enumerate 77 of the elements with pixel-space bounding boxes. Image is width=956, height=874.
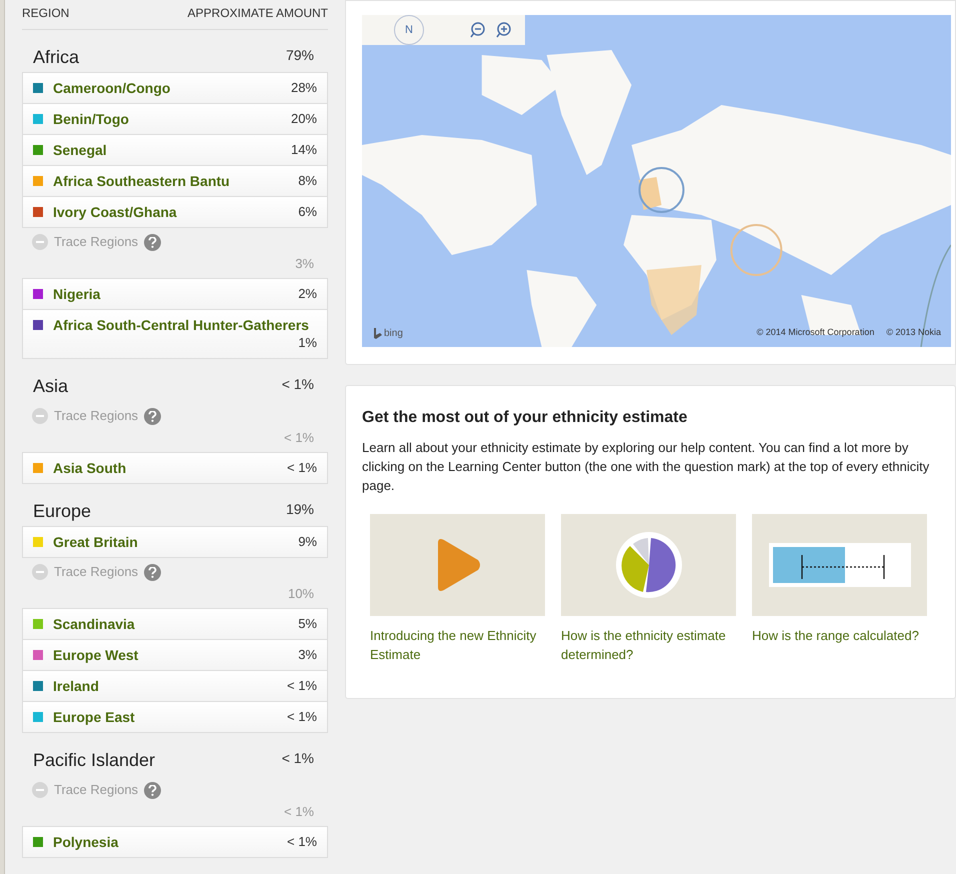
video-link[interactable]: How is the ethnicity estimate determined?	[561, 626, 736, 664]
region-amount: 14%	[290, 141, 317, 159]
region-amount: 1%	[297, 334, 317, 352]
region-amount: 3%	[297, 646, 317, 664]
video-thumbnail[interactable]	[561, 514, 736, 616]
region-name[interactable]: Benin/Togo	[53, 110, 129, 128]
region-amount: 9%	[297, 533, 317, 551]
range-bar-icon	[768, 543, 910, 587]
zoom-out-icon[interactable]	[470, 22, 486, 38]
region-row[interactable]: Africa South-Central Hunter-Gatherers 1%	[22, 309, 328, 359]
region-amount: < 1%	[286, 833, 317, 851]
help-text: Learn all about your ethnicity estimate by exploring our help content. You can find a lot more by clicking on the Learning Center button (the one with the question mark) at the top of every ethnicity page.	[362, 439, 930, 495]
trace-amount: < 1%	[284, 804, 314, 819]
trace-amount: 3%	[295, 256, 314, 271]
region-amount: 5%	[297, 615, 317, 633]
region-row[interactable]: Polynesia < 1%	[22, 826, 328, 858]
region-amount: 20%	[290, 110, 317, 128]
region-row[interactable]: Asia South < 1%	[22, 452, 328, 484]
region-name[interactable]: Senegal	[53, 141, 107, 159]
region-name[interactable]: Africa Southeastern Bantu	[53, 172, 230, 190]
region-name[interactable]: Asia South	[53, 459, 126, 477]
pie-chart-icon	[616, 532, 682, 598]
region-row[interactable]: Europe West 3%	[22, 639, 328, 671]
region-row[interactable]: Ireland < 1%	[22, 670, 328, 702]
group-amount: 79%	[286, 46, 314, 65]
region-name[interactable]: Scandinavia	[53, 615, 135, 633]
region-amount: 2%	[297, 285, 317, 303]
region-name[interactable]: Europe West	[53, 646, 138, 664]
map-logo: bing	[384, 327, 403, 341]
region-amount: < 1%	[286, 459, 317, 477]
zoom-in-icon[interactable]	[496, 22, 512, 38]
region-name[interactable]: Polynesia	[53, 833, 118, 851]
region-name[interactable]: Cameroon/Congo	[53, 79, 170, 97]
region-amount: 8%	[297, 172, 317, 190]
region-amount: 28%	[290, 79, 317, 97]
column-header: REGION	[22, 5, 70, 22]
region-row[interactable]: Great Britain 9%	[22, 526, 328, 558]
help-icon[interactable]	[144, 782, 162, 798]
group-amount: < 1%	[282, 375, 314, 394]
region-row[interactable]: Ivory Coast/Ghana 6%	[22, 196, 328, 228]
region-row[interactable]: Scandinavia 5%	[22, 608, 328, 640]
region-amount: 6%	[297, 203, 317, 221]
region-name[interactable]: Nigeria	[53, 285, 100, 303]
trace-amount: 10%	[288, 586, 314, 601]
video-link[interactable]: Introducing the new Ethnicity Estimate	[370, 626, 545, 664]
region-amount: < 1%	[286, 708, 317, 726]
help-icon[interactable]	[144, 564, 162, 580]
video-thumbnail[interactable]	[752, 514, 927, 616]
region-amount: < 1%	[286, 677, 317, 695]
region-row[interactable]: Cameroon/Congo 28%	[22, 72, 328, 104]
group-name: Asia	[33, 375, 68, 398]
region-name[interactable]: Europe East	[53, 708, 135, 726]
region-row[interactable]: Africa Southeastern Bantu 8%	[22, 165, 328, 197]
region-row[interactable]: Benin/Togo 20%	[22, 103, 328, 135]
group-name: Europe	[33, 500, 92, 523]
trace-amount: < 1%	[284, 430, 314, 445]
help-icon[interactable]	[144, 408, 162, 424]
region-name[interactable]: Great Britain	[53, 533, 138, 551]
compass-control[interactable]: N	[394, 15, 424, 45]
help-icon[interactable]	[144, 234, 162, 250]
group-name: Africa	[33, 46, 80, 69]
group-amount: 19%	[286, 500, 314, 519]
video-link[interactable]: How is the range calculated?	[752, 626, 927, 645]
region-name[interactable]: Ivory Coast/Ghana	[53, 203, 177, 221]
region-row[interactable]: Senegal 14%	[22, 134, 328, 166]
group-amount: < 1%	[282, 749, 314, 768]
region-name[interactable]: Africa South-Central Hunter-Gatherers	[53, 316, 309, 334]
copyright-text: © 2014 Microsoft Corporation	[756, 326, 874, 339]
column-header: APPROXIMATE AMOUNT	[188, 5, 328, 22]
region-row[interactable]: Europe East < 1%	[22, 701, 328, 733]
help-title: Get the most out of your ethnicity estimate	[362, 408, 688, 428]
video-thumbnail[interactable]	[370, 514, 545, 616]
region-row[interactable]: Nigeria 2%	[22, 278, 328, 310]
group-name: Pacific Islander	[33, 749, 156, 772]
copyright-text: © 2013 Nokia	[886, 326, 941, 338]
region-name[interactable]: Ireland	[53, 677, 99, 695]
logo-icon	[374, 328, 382, 339]
